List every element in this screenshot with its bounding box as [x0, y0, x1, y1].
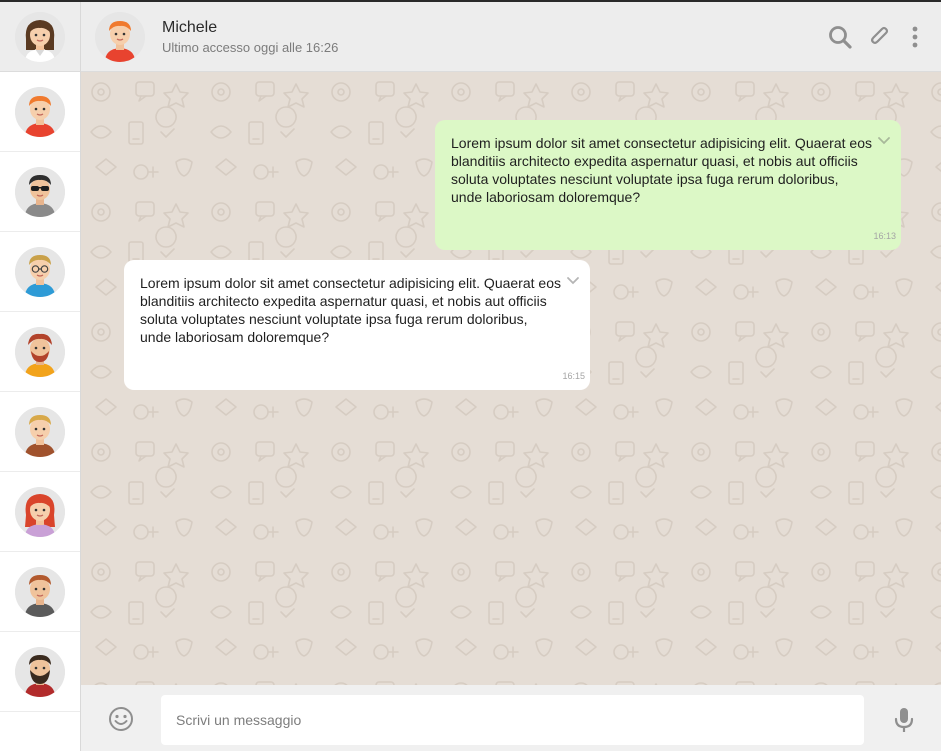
message-text: Lorem ipsum dolor sit amet consectetur a… — [140, 275, 561, 345]
contact-avatar — [15, 406, 65, 457]
message-text: Lorem ipsum dolor sit amet consectetur a… — [451, 135, 872, 205]
chat-last-seen: Ultimo accesso oggi alle 16:26 — [162, 40, 339, 55]
message-input[interactable] — [161, 695, 864, 745]
contacts-sidebar — [0, 2, 81, 751]
chat-header: Michele Ultimo accesso oggi alle 16:26 — [81, 2, 941, 72]
contact-item-7[interactable] — [0, 552, 80, 632]
contact-avatar — [15, 166, 65, 217]
chat-contact-avatar[interactable] — [95, 12, 145, 62]
search-icon[interactable] — [827, 24, 853, 50]
message-time: 16:15 — [562, 371, 585, 381]
chevron-down-icon[interactable] — [877, 136, 891, 146]
contact-avatar — [15, 646, 65, 697]
contact-item-3[interactable] — [0, 232, 80, 312]
contact-item-1[interactable] — [0, 72, 80, 152]
profile-avatar[interactable] — [15, 11, 65, 62]
chat-contact-name: Michele — [162, 19, 218, 36]
contact-avatar — [15, 486, 65, 537]
microphone-icon[interactable] — [891, 706, 917, 734]
chat-messages-area[interactable]: Lorem ipsum dolor sit amet consectetur a… — [81, 72, 941, 685]
contact-item-4[interactable] — [0, 312, 80, 392]
contact-avatar — [15, 86, 65, 137]
contact-item-5[interactable] — [0, 392, 80, 472]
contact-avatar — [15, 326, 65, 377]
contact-item-2[interactable] — [0, 152, 80, 232]
message-time: 16:13 — [873, 231, 896, 241]
attach-icon[interactable] — [867, 24, 893, 50]
sidebar-profile-header — [0, 2, 80, 72]
contact-item-8[interactable] — [0, 632, 80, 712]
message-bubble-received[interactable]: Lorem ipsum dolor sit amet consectetur a… — [124, 260, 590, 390]
contact-item-6[interactable] — [0, 472, 80, 552]
more-vert-icon[interactable] — [902, 24, 928, 50]
contact-avatar — [15, 566, 65, 617]
chevron-down-icon[interactable] — [566, 276, 580, 286]
message-composer — [81, 685, 941, 751]
emoji-icon[interactable] — [107, 705, 135, 733]
contact-avatar — [15, 246, 65, 297]
message-bubble-sent[interactable]: Lorem ipsum dolor sit amet consectetur a… — [435, 120, 901, 250]
